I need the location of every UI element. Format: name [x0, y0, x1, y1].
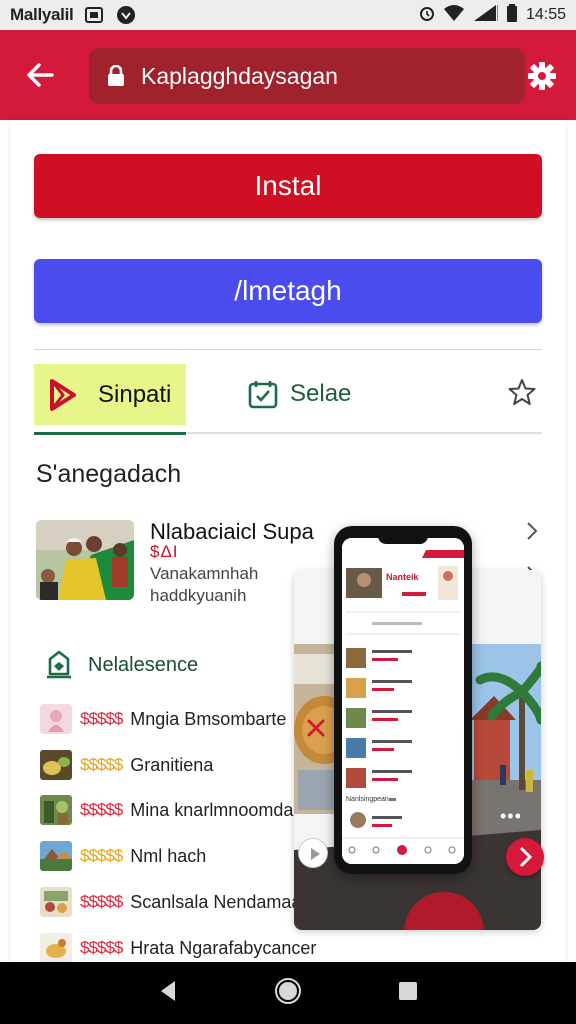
status-icons: 14:55 — [418, 3, 566, 27]
phone-section-text: Nanlsingpean — [346, 796, 389, 803]
recommend-label: Nelalesence — [88, 653, 199, 676]
item-thumbnail — [40, 841, 72, 871]
secondary-button[interactable]: /lmetagh — [34, 259, 542, 323]
item-label: Scanlsala Nendamaam — [130, 891, 317, 912]
app-notification-icon — [115, 4, 137, 26]
phone-notch — [378, 532, 428, 544]
nav-recents-button[interactable] — [397, 980, 419, 1007]
gear-icon — [528, 62, 556, 90]
item-thumbnail — [40, 704, 72, 734]
play-button[interactable] — [298, 838, 328, 868]
lock-icon — [107, 64, 127, 87]
url-text: Kaplagghdaysagan — [141, 62, 338, 89]
star-outline-icon — [508, 379, 536, 405]
tab-bar: Sinpati Selae — [34, 364, 542, 435]
tab-active-indicator — [34, 432, 186, 435]
list-item[interactable]: $$$$$ Hrata Ngarafabycancer — [40, 931, 560, 965]
app-logo-icon — [50, 378, 76, 411]
settings-button[interactable] — [520, 54, 564, 98]
next-button[interactable] — [506, 838, 544, 876]
item-thumbnail — [40, 887, 72, 917]
chevron-right-icon — [520, 847, 533, 867]
item-label: Nml hach — [130, 845, 207, 866]
item-label: Mina knarlmnoomdak — [130, 799, 303, 820]
chevron-right-icon[interactable] — [524, 520, 540, 542]
url-bar[interactable]: Kaplagghdaysagan — [89, 48, 525, 104]
item-rating: $$$$$ — [80, 892, 123, 911]
favorite-button[interactable] — [508, 378, 542, 412]
app-bar: Kaplagghdaysagan — [0, 30, 576, 120]
play-icon — [311, 848, 320, 860]
recommend-icon — [47, 650, 71, 679]
carousel-dots: ••• — [500, 806, 522, 826]
content-card: Instal /lmetagh Sinpati Selae S'anegadac… — [10, 120, 566, 965]
recents-square-icon — [398, 981, 417, 1000]
tab-label: Sinpati — [98, 380, 172, 408]
phone-mockup: Nanteik Nanlsingpean — [334, 526, 472, 874]
signal-icon — [472, 4, 499, 27]
phone-header-text: Nanteik — [386, 572, 419, 582]
wifi-icon — [443, 4, 464, 27]
tab-selae[interactable]: Selae — [248, 374, 351, 414]
item-label: Granitiena — [130, 754, 214, 775]
notification-icon — [85, 7, 104, 23]
item-thumbnail — [40, 933, 72, 963]
nav-back-button[interactable] — [157, 979, 179, 1008]
calendar-check-icon — [248, 381, 278, 409]
tab-sinpati[interactable]: Sinpati — [34, 364, 186, 425]
battery-icon — [506, 3, 518, 27]
item-rating: $$$$$ — [80, 800, 123, 819]
close-icon[interactable] — [304, 716, 328, 740]
featured-subtitle: Vanakamnhah — [150, 564, 259, 583]
carrier-name: Mallyalil — [10, 5, 74, 24]
back-triangle-icon — [161, 980, 176, 1001]
item-label: Hrata Ngarafabycancer — [130, 937, 317, 958]
tab-label: Selae — [290, 380, 352, 407]
item-label: Mngia Bmsombarte — [130, 708, 287, 729]
item-thumbnail — [40, 795, 72, 825]
divider — [34, 349, 542, 350]
install-button[interactable]: Instal — [34, 154, 542, 218]
featured-price: $ΔI — [150, 542, 179, 561]
clock: 14:55 — [525, 6, 566, 23]
status-bar: Mallyalil 14:55 — [0, 0, 576, 30]
home-circle-icon — [274, 977, 301, 1004]
arrow-left-icon — [27, 63, 54, 87]
alarm-icon — [418, 4, 436, 27]
navigation-bar — [0, 962, 576, 1024]
recommend-heading: Nelalesence — [44, 650, 198, 680]
promo-banner[interactable]: ••• Nanteik Nanlsingpean — [294, 526, 544, 930]
back-button[interactable] — [0, 30, 80, 120]
item-thumbnail — [40, 750, 72, 780]
item-rating: $$$$$ — [80, 938, 123, 957]
section-title: S'anegadach — [36, 460, 182, 488]
phone-screen: Nanteik Nanlsingpean — [342, 538, 464, 864]
item-rating: $$$$$ — [80, 846, 123, 865]
item-rating: $$$$$ — [80, 709, 123, 728]
nav-home-button[interactable] — [274, 977, 302, 1010]
featured-thumbnail[interactable] — [36, 520, 134, 600]
item-rating: $$$$$ — [80, 755, 123, 774]
featured-description: haddkyuanih — [150, 586, 247, 605]
